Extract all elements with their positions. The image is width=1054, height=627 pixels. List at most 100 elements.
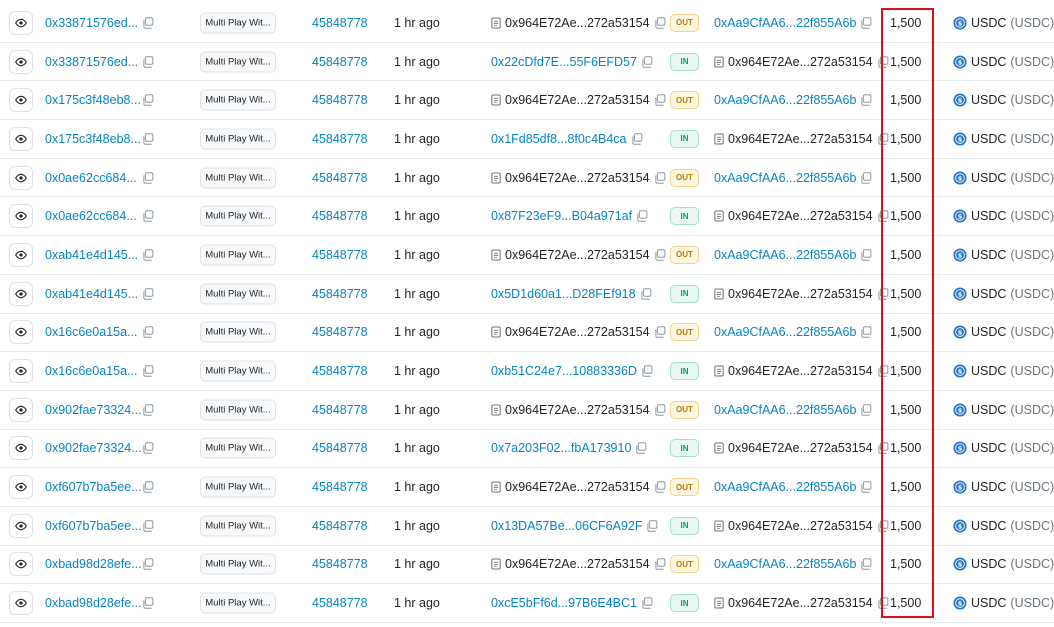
copy-icon[interactable]: [142, 520, 154, 532]
copy-icon[interactable]: [641, 597, 653, 609]
token-link[interactable]: $ USDC (USDC): [953, 364, 1054, 378]
address-text[interactable]: 0xAa9CfAA6...22f855A6b: [714, 93, 856, 107]
copy-icon[interactable]: [860, 326, 872, 339]
token-name[interactable]: USDC: [971, 364, 1006, 378]
address-text[interactable]: 0xAa9CfAA6...22f855A6b: [714, 248, 856, 262]
block-link[interactable]: 45848778: [312, 480, 368, 494]
copy-icon[interactable]: [654, 403, 666, 416]
address-text[interactable]: 0x22cDfd7E...55F6EFD57: [491, 55, 637, 69]
transaction-hash-link[interactable]: 0x175c3f48eb8...: [45, 93, 141, 107]
copy-icon[interactable]: [142, 171, 154, 184]
address-text[interactable]: 0xAa9CfAA6...22f855A6b: [714, 325, 856, 339]
address-text[interactable]: 0x964E72Ae...272a53154: [505, 480, 650, 494]
block-link[interactable]: 45848778: [312, 132, 368, 146]
view-details-button[interactable]: [9, 397, 33, 422]
transaction-hash-link[interactable]: 0xf607b7ba5ee...: [45, 480, 142, 494]
token-link[interactable]: $ USDC (USDC): [953, 596, 1054, 610]
token-link[interactable]: $ USDC (USDC): [953, 287, 1054, 301]
token-link[interactable]: $ USDC (USDC): [953, 55, 1054, 69]
copy-icon[interactable]: [142, 326, 154, 339]
copy-icon[interactable]: [860, 558, 872, 571]
transaction-hash-link[interactable]: 0x0ae62cc684...: [45, 209, 137, 223]
address-text[interactable]: 0x964E72Ae...272a53154: [505, 403, 650, 417]
copy-icon[interactable]: [142, 17, 154, 29]
address-text[interactable]: 0xAa9CfAA6...22f855A6b: [714, 171, 856, 185]
block-link[interactable]: 45848778: [312, 325, 368, 339]
address-text[interactable]: 0xb51C24e7...10883336D: [491, 364, 637, 378]
copy-icon[interactable]: [640, 287, 652, 300]
copy-icon[interactable]: [877, 55, 889, 68]
address-text[interactable]: 0x964E72Ae...272a53154: [728, 519, 873, 533]
copy-icon[interactable]: [142, 481, 154, 493]
token-name[interactable]: USDC: [971, 171, 1006, 185]
block-link[interactable]: 45848778: [312, 209, 368, 223]
token-link[interactable]: $ USDC (USDC): [953, 403, 1054, 417]
copy-icon[interactable]: [860, 481, 872, 493]
copy-icon[interactable]: [142, 287, 154, 300]
copy-icon[interactable]: [654, 481, 666, 493]
copy-icon[interactable]: [142, 133, 154, 145]
copy-icon[interactable]: [654, 326, 666, 339]
view-details-button[interactable]: [9, 475, 33, 500]
token-name[interactable]: USDC: [971, 16, 1006, 30]
view-details-button[interactable]: [9, 436, 33, 461]
copy-icon[interactable]: [877, 133, 889, 145]
view-details-button[interactable]: [9, 204, 33, 229]
copy-icon[interactable]: [860, 94, 872, 106]
copy-icon[interactable]: [142, 249, 154, 261]
transaction-hash-link[interactable]: 0xab41e4d145...: [45, 248, 138, 262]
address-text[interactable]: 0x964E72Ae...272a53154: [728, 55, 873, 69]
block-link[interactable]: 45848778: [312, 596, 368, 610]
copy-icon[interactable]: [641, 55, 653, 68]
view-details-button[interactable]: [9, 281, 33, 306]
address-text[interactable]: 0x964E72Ae...272a53154: [505, 171, 650, 185]
token-name[interactable]: USDC: [971, 287, 1006, 301]
copy-icon[interactable]: [142, 55, 154, 68]
address-text[interactable]: 0x964E72Ae...272a53154: [505, 248, 650, 262]
transaction-hash-link[interactable]: 0x902fae73324...: [45, 441, 142, 455]
copy-icon[interactable]: [142, 597, 154, 609]
token-name[interactable]: USDC: [971, 596, 1006, 610]
copy-icon[interactable]: [142, 403, 154, 416]
token-name[interactable]: USDC: [971, 519, 1006, 533]
copy-icon[interactable]: [877, 520, 889, 532]
copy-icon[interactable]: [646, 520, 658, 532]
address-text[interactable]: 0x87F23eF9...B04a971af: [491, 209, 632, 223]
address-text[interactable]: 0x964E72Ae...272a53154: [505, 93, 650, 107]
address-text[interactable]: 0x964E72Ae...272a53154: [505, 325, 650, 339]
copy-icon[interactable]: [877, 365, 889, 377]
copy-icon[interactable]: [877, 442, 889, 455]
copy-icon[interactable]: [860, 171, 872, 184]
copy-icon[interactable]: [654, 17, 666, 29]
token-name[interactable]: USDC: [971, 557, 1006, 571]
copy-icon[interactable]: [654, 171, 666, 184]
token-name[interactable]: USDC: [971, 441, 1006, 455]
copy-icon[interactable]: [860, 403, 872, 416]
address-text[interactable]: 0xAa9CfAA6...22f855A6b: [714, 403, 856, 417]
address-text[interactable]: 0xAa9CfAA6...22f855A6b: [714, 16, 856, 30]
copy-icon[interactable]: [636, 210, 648, 223]
copy-icon[interactable]: [654, 249, 666, 261]
token-link[interactable]: $ USDC (USDC): [953, 441, 1054, 455]
view-details-button[interactable]: [9, 242, 33, 267]
copy-icon[interactable]: [877, 287, 889, 300]
token-link[interactable]: $ USDC (USDC): [953, 171, 1054, 185]
view-details-button[interactable]: [9, 126, 33, 151]
view-details-button[interactable]: [9, 513, 33, 538]
copy-icon[interactable]: [860, 249, 872, 261]
block-link[interactable]: 45848778: [312, 171, 368, 185]
address-text[interactable]: 0x964E72Ae...272a53154: [505, 557, 650, 571]
token-link[interactable]: $ USDC (USDC): [953, 325, 1054, 339]
block-link[interactable]: 45848778: [312, 519, 368, 533]
copy-icon[interactable]: [631, 133, 643, 145]
token-name[interactable]: USDC: [971, 480, 1006, 494]
copy-icon[interactable]: [635, 442, 647, 455]
transaction-hash-link[interactable]: 0x16c6e0a15a...: [45, 325, 137, 339]
copy-icon[interactable]: [654, 558, 666, 571]
address-text[interactable]: 0xcE5bFf6d...97B6E4BC1: [491, 596, 637, 610]
transaction-hash-link[interactable]: 0x0ae62cc684...: [45, 171, 137, 185]
token-link[interactable]: $ USDC (USDC): [953, 93, 1054, 107]
address-text[interactable]: 0x964E72Ae...272a53154: [728, 209, 873, 223]
view-details-button[interactable]: [9, 165, 33, 190]
block-link[interactable]: 45848778: [312, 287, 368, 301]
